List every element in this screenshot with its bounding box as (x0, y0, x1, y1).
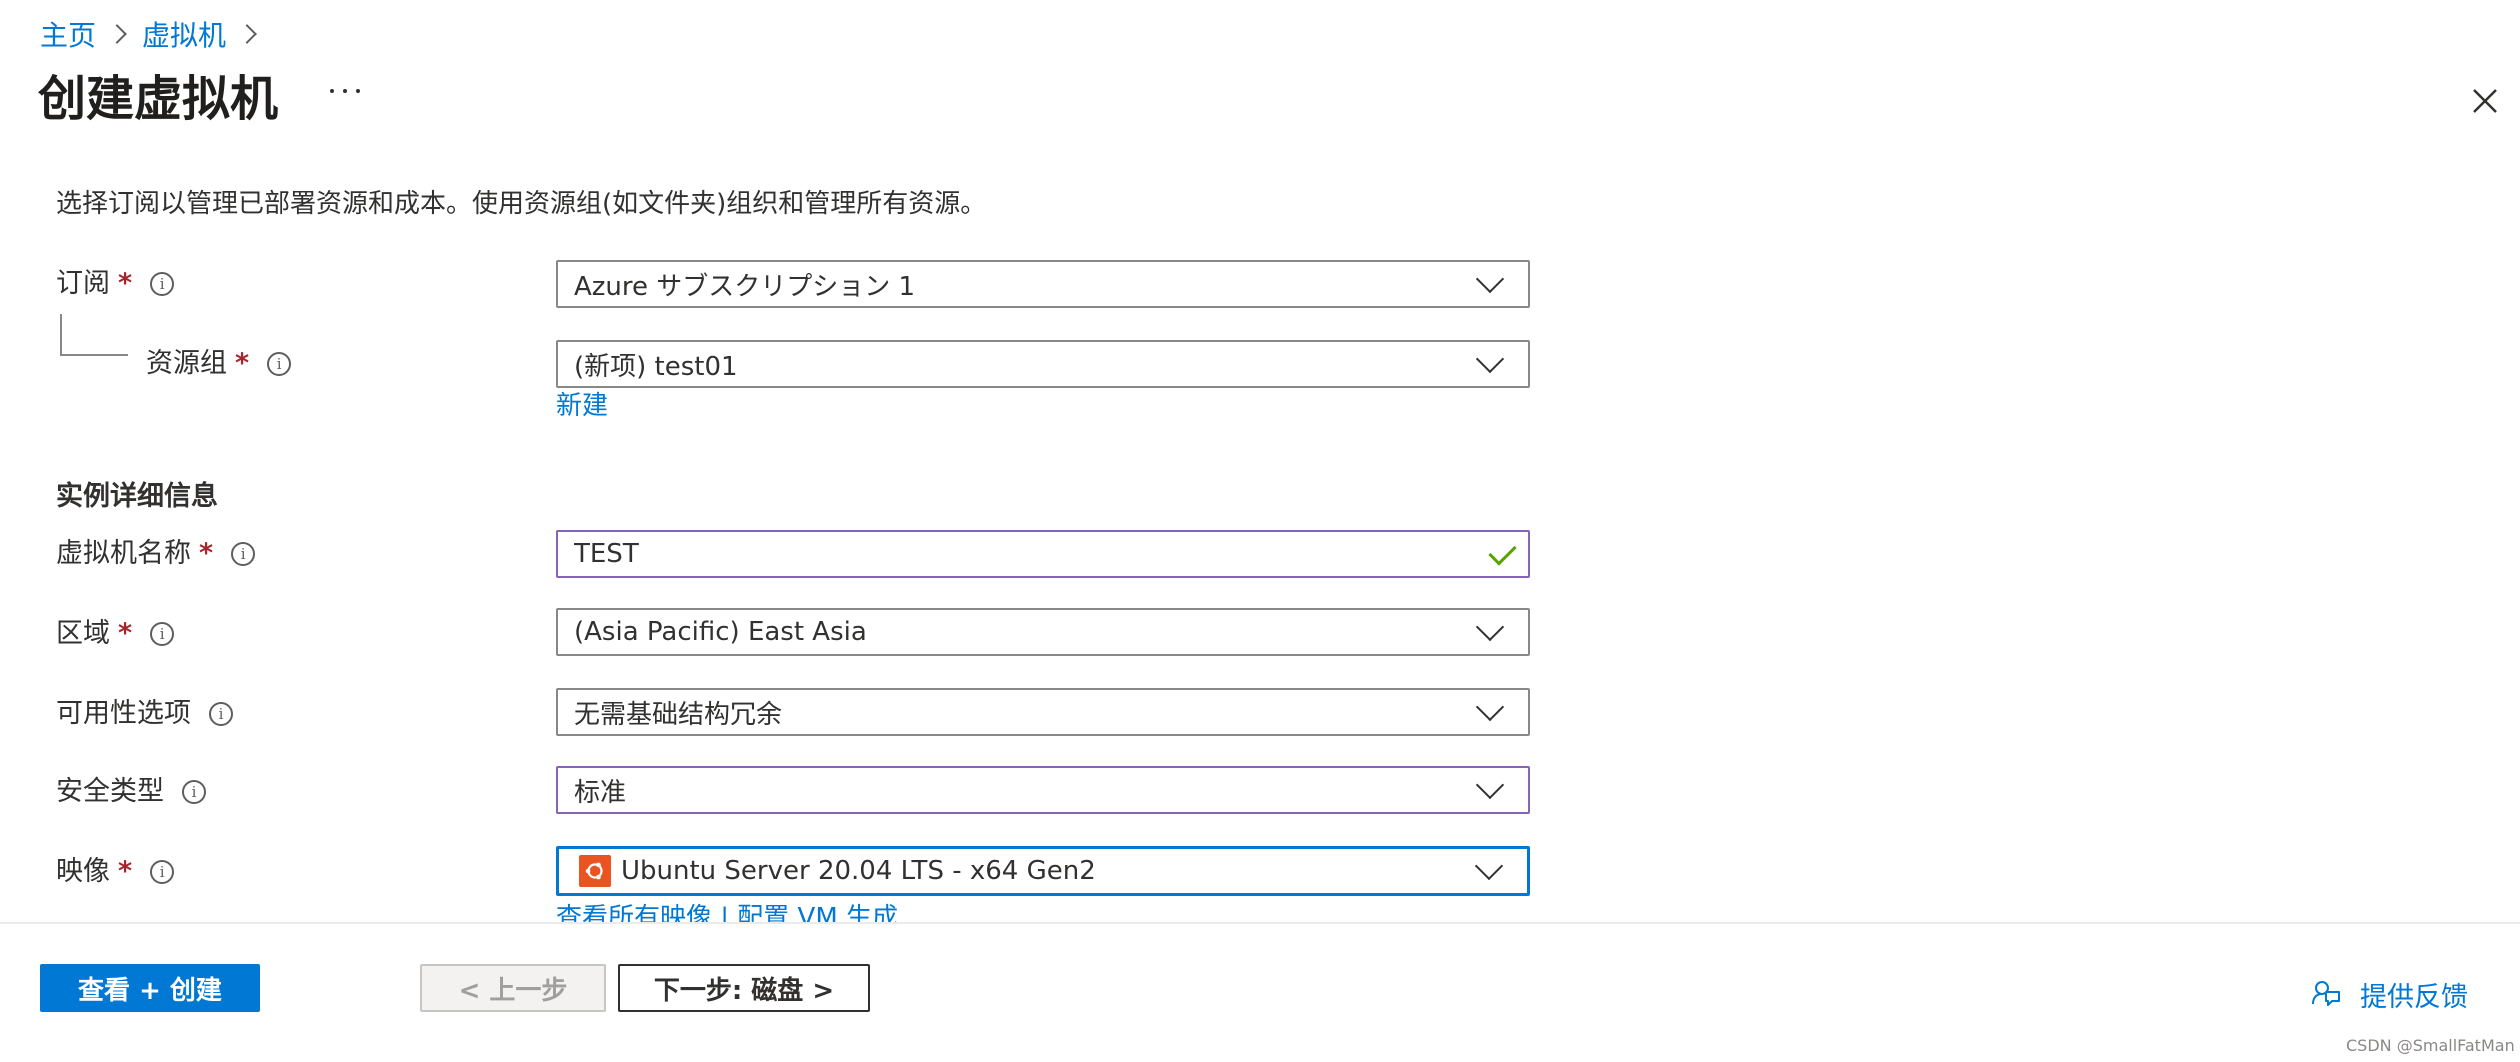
previous-button[interactable]: < 上一步 (420, 964, 606, 1012)
review-create-button[interactable]: 查看 + 创建 (40, 964, 260, 1012)
image-dropdown[interactable]: Ubuntu Server 20.04 LTS - x64 Gen2 (556, 846, 1530, 896)
instance-details-heading: 实例详细信息 (56, 481, 218, 512)
subscription-label: 订阅 * i (56, 264, 175, 304)
vm-name-label-text: 虚拟机名称 (56, 538, 191, 569)
chevron-right-icon (237, 24, 257, 44)
chevron-right-icon (107, 24, 127, 44)
footer-bar (0, 924, 2520, 1062)
info-icon[interactable]: i (150, 272, 175, 296)
vm-name-value: TEST (574, 539, 639, 569)
vm-name-input[interactable]: TEST (556, 530, 1530, 578)
resource-group-label: 资源组 * i (146, 344, 292, 384)
region-label: 区域 * i (56, 614, 175, 654)
availability-label-text: 可用性选项 (56, 698, 191, 729)
feedback-label: 提供反馈 (2360, 981, 2468, 1013)
chevron-down-icon (1475, 612, 1505, 642)
next-disks-button[interactable]: 下一步: 磁盘 > (618, 964, 870, 1012)
info-icon[interactable]: i (150, 860, 175, 884)
required-marker: * (118, 856, 133, 887)
info-icon[interactable]: i (150, 622, 175, 646)
resource-group-label-text: 资源组 (146, 348, 227, 379)
availability-label: 可用性选项 i (56, 694, 233, 734)
form-description: 选择订阅以管理已部署资源和成本。使用资源组(如文件夹)组织和管理所有资源。 (56, 189, 987, 219)
breadcrumb-home-link[interactable]: 主页 (40, 14, 96, 54)
chevron-down-icon (1474, 851, 1504, 881)
region-label-text: 区域 (56, 618, 110, 649)
image-label-text: 映像 (56, 856, 110, 887)
info-icon[interactable]: i (231, 542, 256, 566)
security-type-label-text: 安全类型 (56, 776, 164, 807)
ubuntu-icon (579, 855, 611, 887)
close-icon[interactable] (2468, 84, 2502, 118)
region-dropdown[interactable]: (Asia Pacific) East Asia (556, 608, 1530, 656)
required-marker: * (118, 268, 133, 299)
chevron-down-icon (1475, 344, 1505, 374)
required-marker: * (199, 538, 214, 569)
image-label: 映像 * i (56, 852, 175, 892)
availability-value: 无需基础结构冗余 (574, 699, 783, 730)
region-value: (Asia Pacific) East Asia (574, 617, 867, 647)
resource-group-value: (新项) test01 (574, 351, 738, 382)
info-icon[interactable]: i (209, 702, 233, 726)
subscription-dropdown[interactable]: Azure サブスクリプション 1 (556, 260, 1530, 308)
hierarchy-connector (60, 314, 128, 356)
subscription-value: Azure サブスクリプション 1 (574, 271, 916, 302)
chevron-down-icon (1475, 770, 1505, 800)
breadcrumb-vm-link[interactable]: 虚拟机 (142, 14, 226, 54)
feedback-icon (2312, 981, 2340, 1006)
watermark-text: CSDN @SmallFatMan (2346, 1036, 2515, 1055)
image-value: Ubuntu Server 20.04 LTS - x64 Gen2 (621, 856, 1096, 886)
breadcrumb: 主页 虚拟机 (40, 14, 272, 54)
create-new-resource-group-link[interactable]: 新建 (556, 388, 608, 424)
info-icon[interactable]: i (267, 352, 292, 376)
page-title: 创建虚拟机 (38, 71, 279, 127)
security-type-dropdown[interactable]: 标准 (556, 766, 1530, 814)
availability-dropdown[interactable]: 无需基础结构冗余 (556, 688, 1530, 736)
chevron-down-icon (1475, 264, 1505, 294)
info-icon[interactable]: i (182, 780, 206, 804)
feedback-link[interactable]: 提供反馈 (2310, 974, 2468, 1014)
ellipsis-icon[interactable] (330, 76, 360, 106)
chevron-down-icon (1475, 692, 1505, 722)
security-type-label: 安全类型 i (56, 772, 206, 812)
required-marker: * (118, 618, 133, 649)
security-type-value: 标准 (574, 777, 627, 808)
resource-group-dropdown[interactable]: (新项) test01 (556, 340, 1530, 388)
vm-name-label: 虚拟机名称 * i (56, 534, 256, 574)
subscription-label-text: 订阅 (56, 268, 110, 299)
required-marker: * (235, 348, 250, 379)
